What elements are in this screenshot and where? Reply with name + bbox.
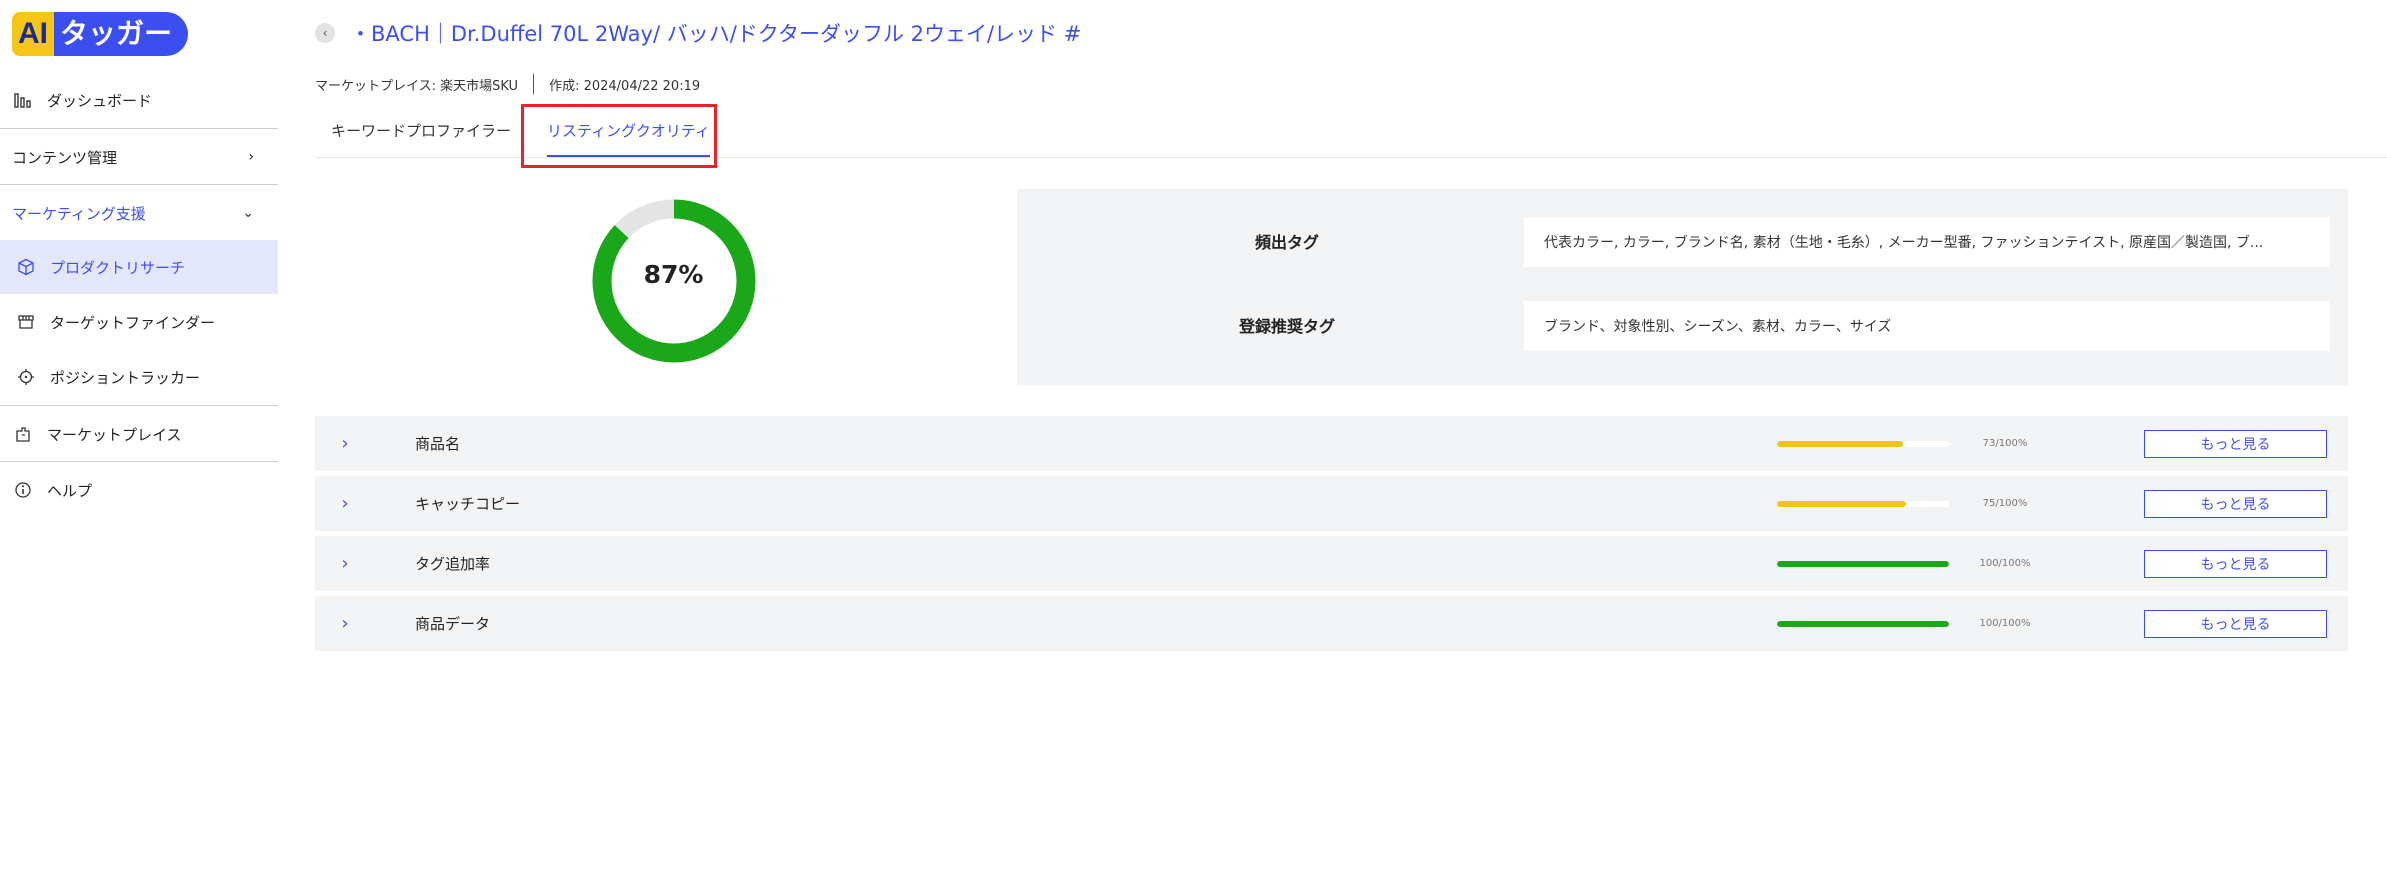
store-icon [16, 312, 36, 332]
sidebar: AI タッガー ダッシュボード コンテンツ管理 › マーケティング支援 ⌄ プロ… [0, 0, 278, 887]
sidebar-section-label: マーケティング支援 [12, 204, 146, 223]
sidebar-divider [0, 184, 278, 185]
chevron-right-icon[interactable]: › [335, 493, 355, 514]
frequent-tags-label: 頻出タグ [1254, 233, 1319, 252]
tab-bar: キーワードプロファイラー リスティングクオリティ [315, 105, 726, 157]
row-label: 商品データ [415, 615, 491, 633]
sidebar-item-help[interactable]: ヘルプ [0, 476, 278, 504]
created-date: 作成: 2024/04/22 20:19 [549, 78, 701, 94]
page-title: ・BACH｜Dr.Duffel 70L 2Way/ バッハ/ドクターダッフル 2… [350, 22, 1082, 46]
sidebar-section-content-mgmt[interactable]: コンテンツ管理 › [0, 143, 278, 171]
progress-fill [1777, 560, 1949, 567]
info-icon [13, 480, 33, 500]
sidebar-item-marketplace[interactable]: マーケットプレイス [0, 420, 278, 448]
recommended-tags-label: 登録推奨タグ [1238, 317, 1335, 336]
progress-bar [1777, 440, 1949, 447]
sidebar-item-target-finder[interactable]: ターゲットファインダー [0, 295, 278, 349]
progress-fill [1777, 440, 1903, 447]
tags-panel: 頻出タグ 代表カラー, カラー, ブランド名, 素材（生地・毛糸）, メーカー型… [1017, 189, 2348, 385]
chevron-right-icon[interactable]: › [335, 433, 355, 454]
sidebar-item-label: ヘルプ [47, 481, 93, 500]
sidebar-item-label: マーケットプレイス [47, 425, 182, 444]
row-score: 75/100% [1982, 498, 2028, 509]
meta-divider [533, 74, 535, 94]
sidebar-item-dashboard[interactable]: ダッシュボード [0, 86, 278, 114]
score-percentage: 87% [643, 260, 704, 289]
chevron-right-icon: › [248, 149, 254, 165]
quality-row: › 商品データ 100/100% もっと見る [315, 596, 2348, 651]
sidebar-item-product-research[interactable]: プロダクトリサーチ [0, 240, 278, 294]
progress-fill [1777, 620, 1949, 627]
recommended-tags-value: ブランド、対象性別、シーズン、素材、カラー、サイズ [1524, 301, 2330, 351]
sidebar-item-position-tracker[interactable]: ポジショントラッカー [0, 350, 278, 404]
row-label: 商品名 [415, 435, 461, 453]
chevron-left-icon: ‹ [322, 26, 328, 40]
sidebar-item-label: プロダクトリサーチ [50, 258, 186, 277]
chevron-right-icon[interactable]: › [335, 553, 355, 574]
sidebar-item-label: ターゲットファインダー [50, 313, 216, 332]
row-score: 73/100% [1982, 438, 2028, 449]
app-logo[interactable]: AI タッガー [12, 12, 189, 56]
sidebar-divider [0, 405, 278, 406]
sidebar-item-label: ポジショントラッカー [50, 368, 201, 387]
row-label: タグ追加率 [415, 555, 491, 573]
sidebar-divider [0, 128, 278, 129]
progress-bar [1777, 560, 1949, 567]
see-more-button[interactable]: もっと見る [2144, 549, 2327, 578]
page-meta: マーケットプレイス: 楽天市場SKU 作成: 2024/04/22 20:19 [315, 74, 700, 94]
see-more-button[interactable]: もっと見る [2144, 609, 2327, 638]
row-score: 100/100% [1979, 618, 2031, 629]
quality-row: › タグ追加率 100/100% もっと見る [315, 536, 2348, 591]
tab-listing-quality[interactable]: リスティングクオリティ [531, 105, 726, 157]
progress-fill [1777, 500, 1906, 507]
see-more-button[interactable]: もっと見る [2144, 489, 2327, 518]
back-button[interactable]: ‹ [315, 23, 335, 43]
see-more-button[interactable]: もっと見る [2144, 429, 2327, 458]
chevron-right-icon[interactable]: › [335, 613, 355, 634]
progress-bar [1777, 500, 1949, 507]
progress-bar [1777, 620, 1949, 627]
sidebar-divider [0, 461, 278, 462]
chevron-down-icon: ⌄ [242, 205, 254, 221]
logo-ai-mark: AI [12, 12, 54, 56]
frequent-tags-value: 代表カラー, カラー, ブランド名, 素材（生地・毛糸）, メーカー型番, ファ… [1524, 217, 2330, 267]
sidebar-item-label: ダッシュボード [47, 91, 153, 110]
quality-row: › キャッチコピー 75/100% もっと見る [315, 476, 2348, 531]
sidebar-section-marketing[interactable]: マーケティング支援 ⌄ [0, 199, 278, 227]
cube-icon [16, 257, 36, 277]
quality-row: › 商品名 73/100% もっと見る [315, 416, 2348, 471]
tab-keyword-profiler[interactable]: キーワードプロファイラー [315, 105, 527, 157]
marketplace-info: マーケットプレイス: 楽天市場SKU [315, 78, 519, 94]
logo-wordmark: タッガー [54, 12, 189, 56]
row-score: 100/100% [1979, 558, 2031, 569]
plugin-icon [13, 424, 33, 444]
row-label: キャッチコピー [415, 495, 521, 513]
bar-chart-icon [13, 90, 33, 110]
sidebar-section-label: コンテンツ管理 [12, 148, 118, 167]
crosshair-icon [16, 367, 36, 387]
tab-underline-rule [315, 157, 2387, 158]
